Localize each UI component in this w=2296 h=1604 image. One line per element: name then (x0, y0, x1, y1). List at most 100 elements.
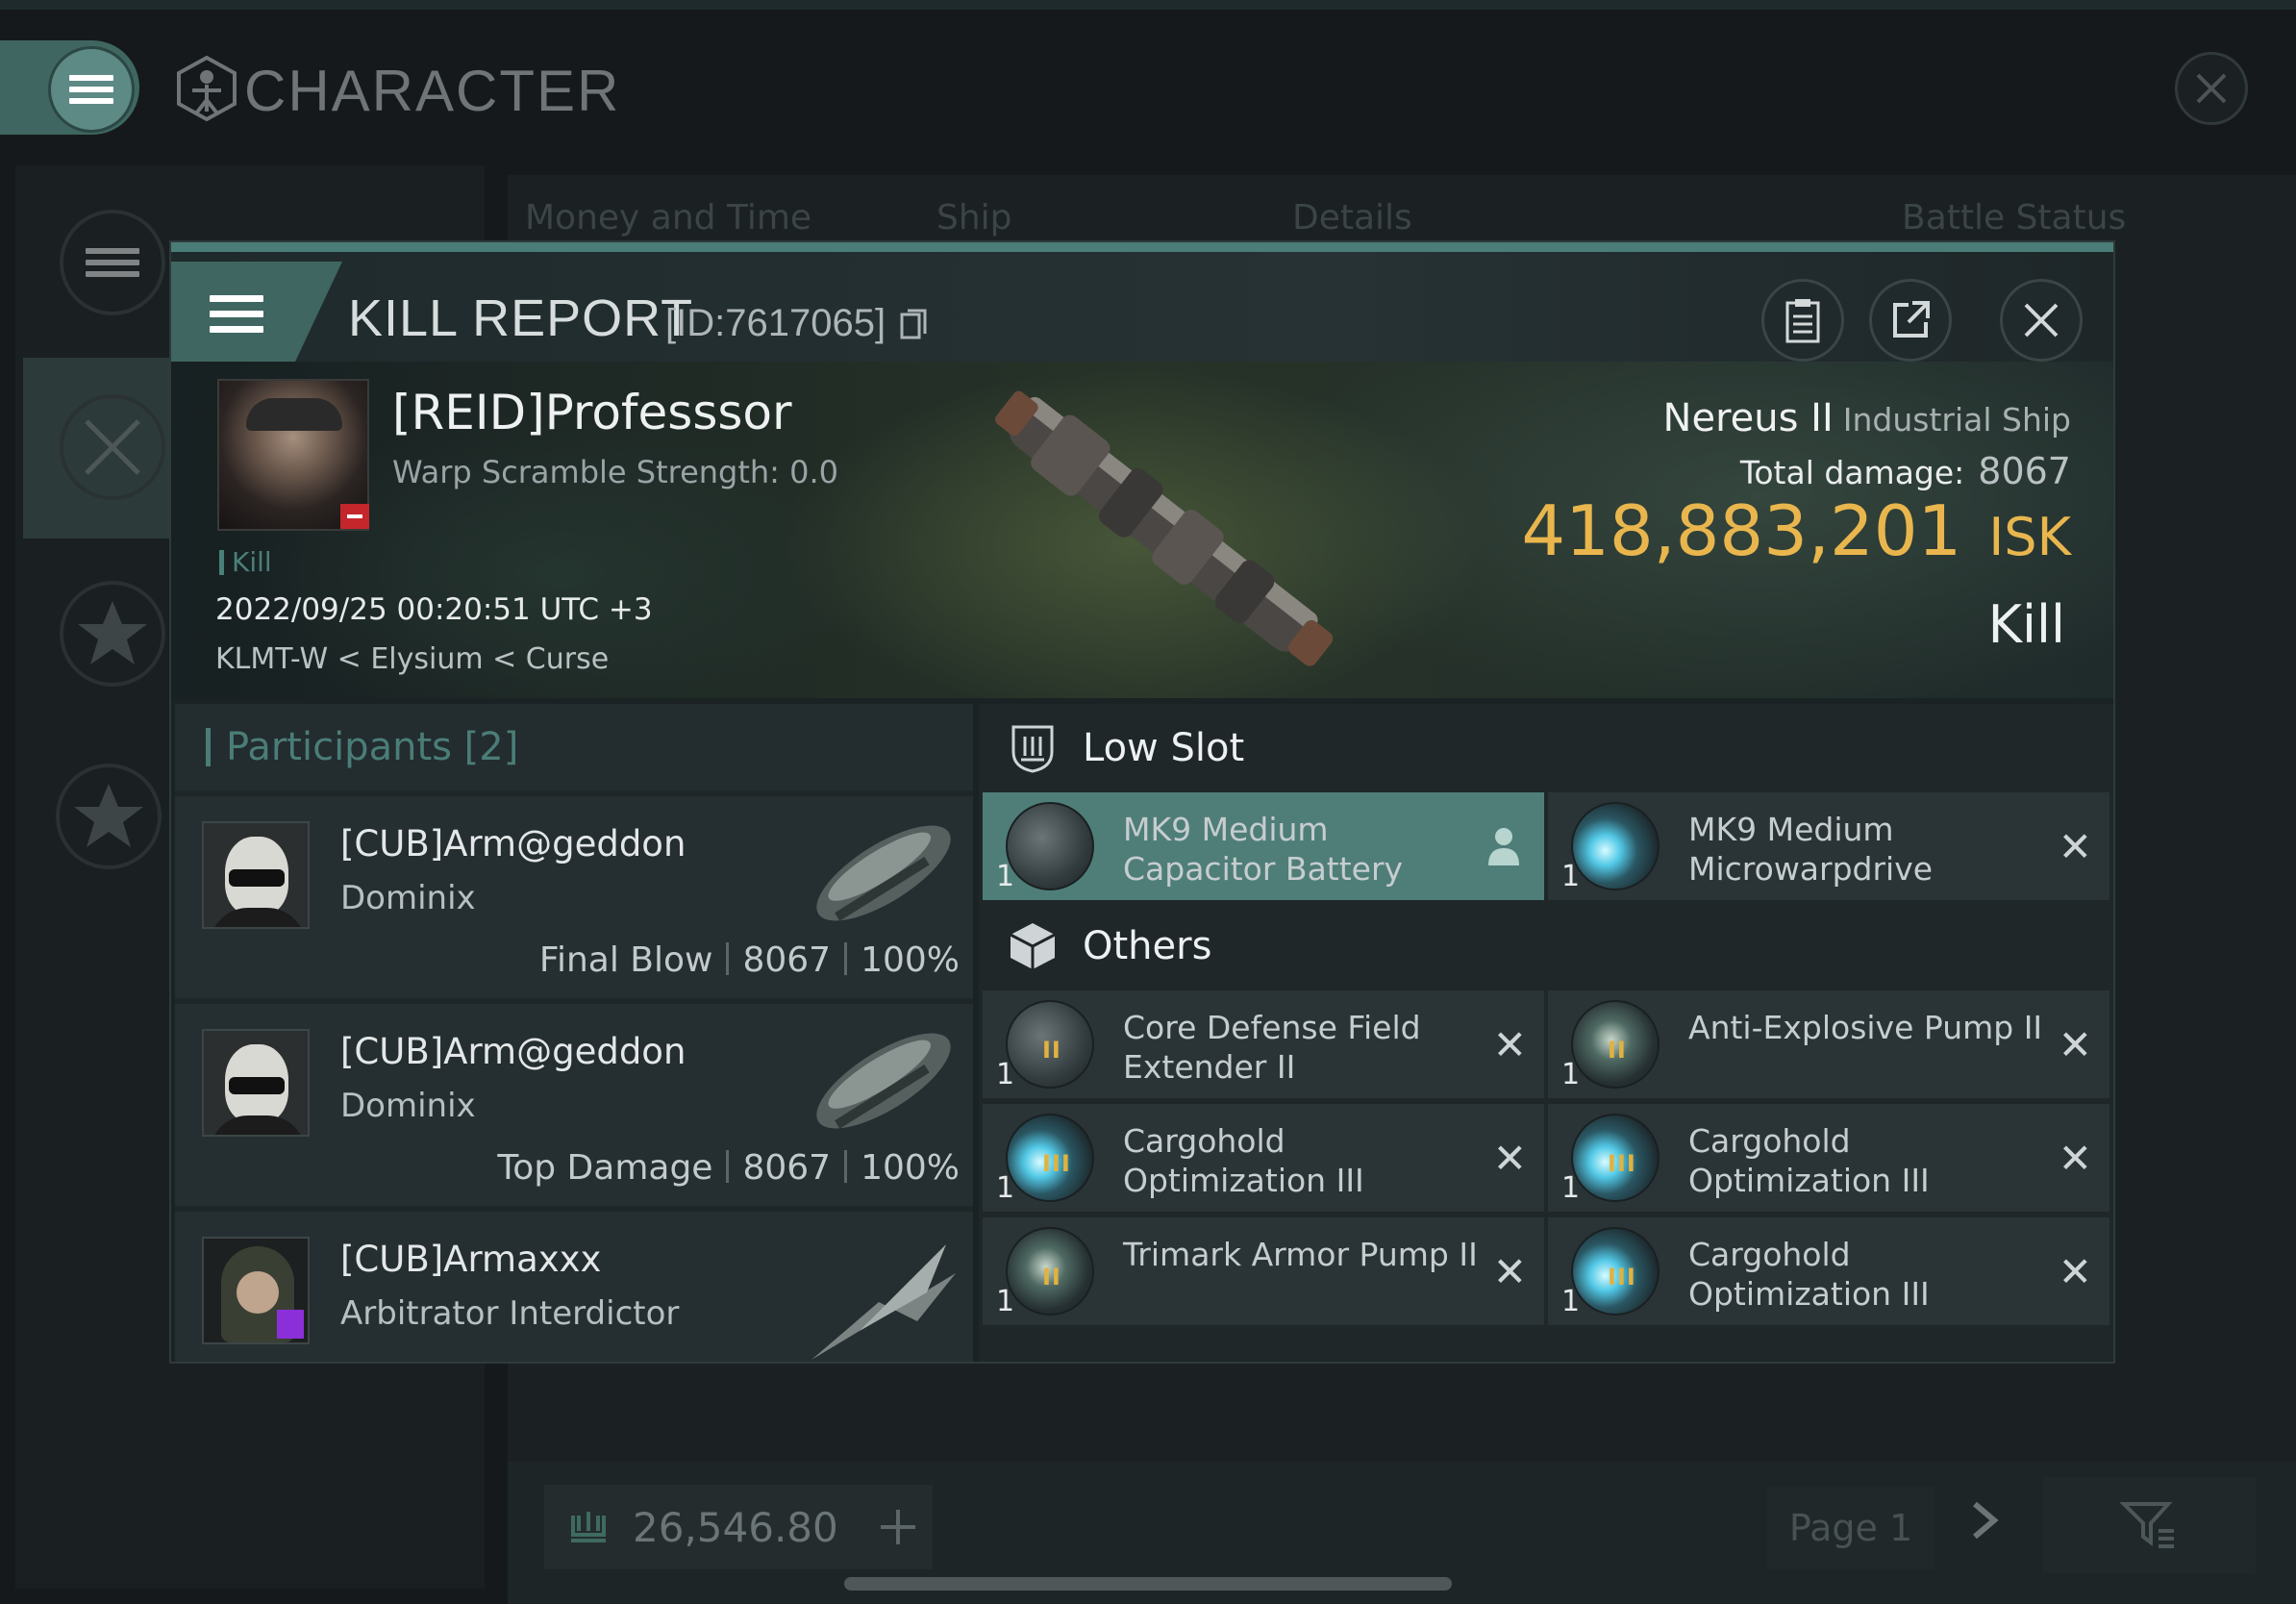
item-quantity: 1 (1561, 860, 1581, 893)
item-quantity: 1 (1561, 1058, 1581, 1091)
item-name: Anti-Explosive Pump II (1688, 1009, 2043, 1046)
fitting-item[interactable]: III 1 Cargohold Optimization III ✕ (983, 1104, 1544, 1212)
participant-row[interactable]: [CUB]Arm@geddon Dominix Final Blow 8067 10… (175, 796, 973, 998)
tab-money-and-time[interactable]: Money and Time (525, 198, 811, 238)
modal-close-button[interactable] (2000, 279, 2083, 362)
isk-value: 418,883,201 ISK (1521, 490, 2071, 571)
isk-unit: ISK (1988, 507, 2071, 567)
fittings-panel: Low Slot 1 MK9 Medium Capacitor Battery … (979, 704, 2113, 1362)
item-quantity: 1 (996, 860, 1015, 893)
clipboard-button[interactable] (1761, 279, 1844, 362)
sidebar-item-ranking[interactable] (60, 581, 165, 687)
item-quantity: 1 (1561, 1285, 1581, 1318)
list-icon (86, 242, 139, 283)
warp-scramble-strength: Warp Scramble Strength: 0.0 (392, 454, 839, 490)
others-header: Others (979, 902, 2113, 990)
participant-avatar (202, 1237, 310, 1344)
fitting-item[interactable]: III 1 Cargohold Optimization III ✕ (1548, 1104, 2109, 1212)
tab-details[interactable]: Details (1292, 198, 1412, 238)
ship-class: Industrial Ship (1842, 401, 2071, 439)
chevron-right-icon[interactable] (1967, 1496, 2002, 1544)
participant-ship-image (811, 1244, 956, 1360)
participant-avatar (202, 1029, 310, 1137)
report-id[interactable]: [ID:7617065] (665, 302, 927, 345)
modal-accent-bar (171, 242, 2113, 252)
total-damage-label: Total damage: (1739, 454, 1965, 491)
item-name: Core Defense Field Extender II (1123, 1009, 1421, 1086)
tier-badge: III (1608, 1150, 1636, 1177)
fitting-item[interactable]: II 1 Anti-Explosive Pump II ✕ (1548, 990, 2109, 1098)
participant-damage: 8067 (742, 1148, 832, 1188)
medal-star-icon (74, 784, 143, 847)
ship-name[interactable]: Nereus II Industrial Ship (1663, 396, 2071, 440)
kill-tag: Kill (219, 546, 272, 578)
item-quantity: 1 (996, 1285, 1015, 1318)
tier-badge: II (1608, 1037, 1627, 1064)
modal-header: KILL REPORT [ID:7617065] (171, 252, 2113, 363)
share-button[interactable] (1869, 279, 1952, 362)
destroyed-x-icon: ✕ (2058, 1021, 2092, 1068)
copy-icon[interactable] (900, 309, 927, 339)
participant-ship: Arbitrator Interdictor (340, 1294, 680, 1333)
portrait-cap (246, 398, 342, 431)
participant-stats: Top Damage 8067 100% (497, 1148, 960, 1188)
destroyed-x-icon: ✕ (1492, 1021, 1527, 1068)
total-damage-value: 8067 (1978, 450, 2071, 492)
fitting-item[interactable]: II 1 Core Defense Field Extender II ✕ (983, 990, 1544, 1098)
destroyed-x-icon: ✕ (1492, 1248, 1527, 1295)
sidebar-item-combat[interactable] (60, 394, 165, 500)
participant-name: [CUB]Arm@geddon (340, 1031, 686, 1072)
item-quantity: 1 (996, 1171, 1015, 1205)
modal-menu-button[interactable] (171, 262, 342, 363)
window-title: CHARACTER (244, 59, 621, 123)
close-icon (2196, 73, 2227, 104)
plus-icon[interactable] (877, 1506, 919, 1548)
victim-ship-image[interactable] (960, 369, 1373, 687)
participant-percent: 100% (861, 940, 960, 980)
victim-name[interactable]: [REID]Professsor (392, 385, 792, 440)
participant-ship-image (816, 1033, 951, 1129)
low-slot-header: Low Slot (979, 704, 2113, 792)
tab-battle-status[interactable]: Battle Status (1902, 198, 2126, 238)
participant-row[interactable]: [CUB]Arm@geddon Dominix Top Damage 8067 10… (175, 1004, 973, 1206)
wallet-value: 26,546.80 (633, 1503, 838, 1551)
participants-panel: Participants [2] [CUB]Arm@geddon Dominix… (175, 704, 973, 1362)
item-quantity: 1 (996, 1058, 1015, 1091)
participant-name: [CUB]Armaxxx (340, 1239, 602, 1280)
home-indicator (844, 1577, 1452, 1591)
filter-button[interactable] (2042, 1477, 2256, 1573)
clipboard-icon (1785, 299, 1820, 343)
ship-type-name: Nereus II (1662, 396, 1834, 440)
others-label: Others (1083, 924, 1212, 968)
item-name: Cargohold Optimization III (1688, 1122, 1930, 1199)
sidebar-item-menu[interactable] (60, 210, 165, 315)
participant-ship: Dominix (340, 1087, 476, 1125)
fitting-item[interactable]: II 1 Trimark Armor Pump II ✕ (983, 1217, 1544, 1325)
main-menu-button[interactable] (48, 46, 135, 133)
participant-role: Top Damage (497, 1148, 713, 1188)
participant-stats: Final Blow 8067 100% (539, 940, 960, 980)
fitting-item[interactable]: 1 MK9 Medium Capacitor Battery (983, 792, 1544, 900)
kill-location[interactable]: KLMT-W < Elysium < Curse (215, 642, 609, 676)
item-name: MK9 Medium Microwarpdrive (1688, 811, 1934, 888)
character-icon (177, 56, 237, 121)
fitting-item[interactable]: III 1 Cargohold Optimization III ✕ (1548, 1217, 2109, 1325)
sidebar-item-medals[interactable] (56, 764, 162, 869)
close-icon (2024, 303, 2059, 338)
cube-icon (1010, 923, 1056, 969)
window-close-button[interactable] (2175, 52, 2248, 125)
participants-header: Participants [2] (175, 704, 973, 790)
fitting-item[interactable]: 1 MK9 Medium Microwarpdrive ✕ (1548, 792, 2109, 900)
participant-avatar (202, 821, 310, 929)
tier-badge: III (1608, 1264, 1636, 1291)
destroyed-x-icon: ✕ (2058, 1248, 2092, 1295)
participant-role: Final Blow (538, 940, 713, 980)
low-slot-label: Low Slot (1083, 726, 1245, 770)
tab-ship[interactable]: Ship (936, 198, 1012, 238)
participant-row[interactable]: [CUB]Armaxxx Arbitrator Interdictor (175, 1212, 973, 1362)
participant-percent: 100% (861, 1148, 960, 1188)
dropped-person-icon (1488, 828, 1519, 865)
tier-badge: III (1042, 1150, 1071, 1177)
participant-ship-image (816, 825, 951, 921)
wallet-field: 26,546.80 (544, 1485, 933, 1569)
